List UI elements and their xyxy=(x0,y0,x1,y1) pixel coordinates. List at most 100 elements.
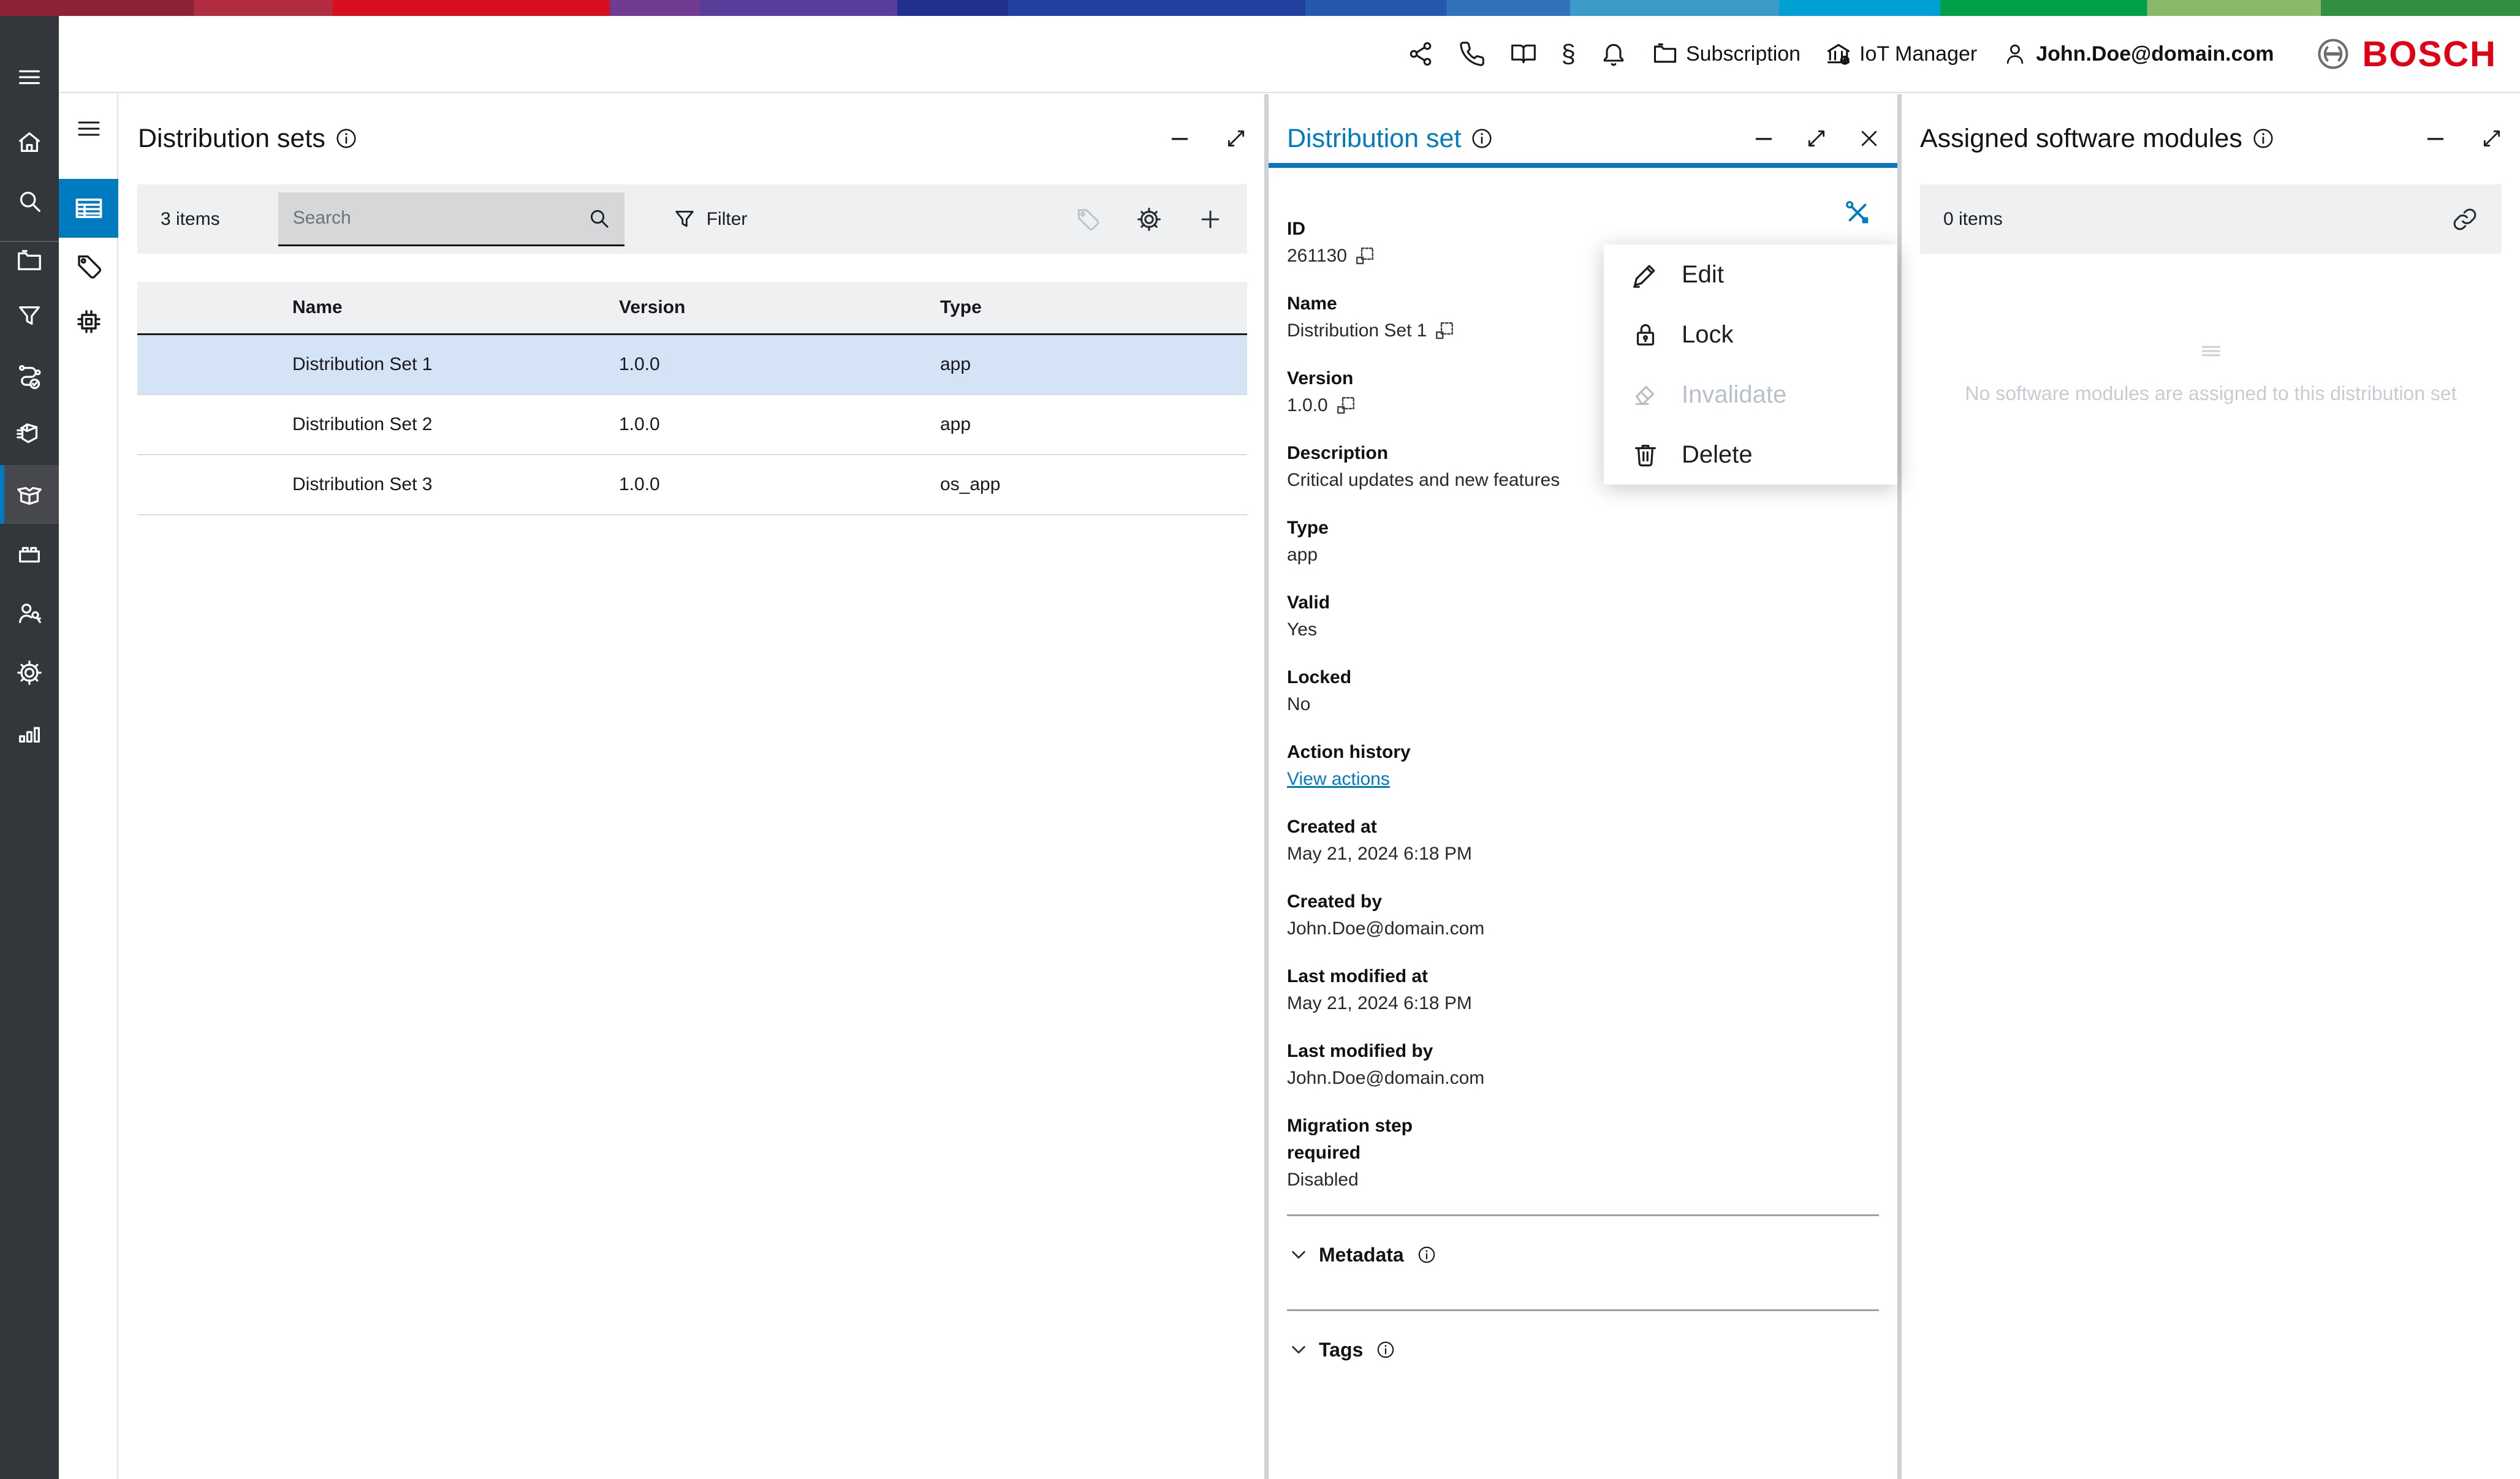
cell-type: app xyxy=(940,414,1247,435)
sidebar-item-rules[interactable] xyxy=(0,346,59,405)
sidebar-item-things[interactable] xyxy=(0,232,59,290)
share-button[interactable] xyxy=(1407,40,1434,67)
add-distribution-set-button[interactable] xyxy=(1197,206,1224,233)
info-icon[interactable] xyxy=(334,126,359,151)
metadata-section: Metadata xyxy=(1287,1214,1879,1266)
expand-button[interactable] xyxy=(1804,126,1829,151)
documentation-button[interactable] xyxy=(1510,40,1537,67)
assign-tag-button-disabled xyxy=(1074,206,1101,233)
bosch-logo: BOSCH xyxy=(2315,34,2497,75)
subrail-item-distribution-sets-table[interactable] xyxy=(59,179,118,238)
book-icon xyxy=(1510,40,1537,67)
sidebar-item-filters[interactable] xyxy=(0,287,59,346)
bosch-anchor-icon xyxy=(2315,36,2351,72)
table-header-row: Name Version Type xyxy=(137,282,1247,335)
sidebar-item-analytics[interactable] xyxy=(0,703,59,762)
cell-name: Distribution Set 1 xyxy=(292,354,619,375)
empty-state: No software modules are assigned to this… xyxy=(1902,337,2520,405)
minimize-button[interactable] xyxy=(1167,126,1192,151)
notifications-button[interactable] xyxy=(1600,40,1627,67)
menu-item-edit[interactable]: Edit xyxy=(1604,244,1897,304)
field-value: Yes xyxy=(1287,616,1317,643)
iot-manager-menu[interactable]: IoT Manager xyxy=(1825,40,1977,67)
filter-button[interactable]: Filter xyxy=(672,207,748,232)
menu-item-invalidate: Invalidate xyxy=(1604,365,1897,425)
sidebar-item-distribution-sets[interactable] xyxy=(0,465,59,524)
copy-button[interactable] xyxy=(1434,320,1455,341)
copy-icon xyxy=(1354,246,1375,267)
open-box-icon xyxy=(15,480,44,509)
field-label: Type xyxy=(1287,515,1471,542)
info-icon[interactable] xyxy=(1375,1339,1396,1360)
phone-icon xyxy=(1459,40,1486,67)
sidebar-item-home[interactable] xyxy=(0,112,59,171)
tags-section-toggle[interactable]: Tags xyxy=(1287,1338,1879,1361)
expand-button[interactable] xyxy=(1224,126,1248,151)
subrail-item-tags[interactable] xyxy=(59,237,118,296)
cell-version: 1.0.0 xyxy=(619,354,940,375)
metadata-section-toggle[interactable]: Metadata xyxy=(1287,1243,1879,1266)
table-row[interactable]: Distribution Set 3 1.0.0 os_app xyxy=(137,455,1247,515)
menu-item-lock[interactable]: Lock xyxy=(1604,304,1897,365)
info-icon[interactable] xyxy=(1470,126,1494,151)
field-value: John.Doe@domain.com xyxy=(1287,1065,1484,1092)
cell-version: 1.0.0 xyxy=(619,474,940,495)
link-modules-button[interactable] xyxy=(2451,206,2478,233)
trash-icon xyxy=(1631,441,1660,469)
bosch-supergraphic-strip xyxy=(0,0,2520,16)
column-type[interactable]: Type xyxy=(940,297,1247,318)
sidebar-menu-toggle[interactable] xyxy=(0,48,59,107)
expand-icon xyxy=(1804,126,1829,151)
close-icon xyxy=(1857,126,1881,151)
support-phone-button[interactable] xyxy=(1459,40,1486,67)
subscription-menu[interactable]: Subscription xyxy=(1652,40,1801,67)
field-locked: Locked No xyxy=(1287,664,1879,718)
copy-button[interactable] xyxy=(1354,246,1375,267)
sidebar-item-settings[interactable] xyxy=(0,643,59,702)
field-label: Last modified at xyxy=(1287,963,1471,990)
shipping-box-icon xyxy=(15,421,44,449)
minimize-button[interactable] xyxy=(2423,126,2448,151)
user-account-menu[interactable]: John.Doe@domain.com xyxy=(2002,40,2274,67)
panel-title: Assigned software modules xyxy=(1920,124,2242,154)
search-field[interactable] xyxy=(278,192,624,246)
bosch-wordmark: BOSCH xyxy=(2362,34,2497,75)
search-input[interactable] xyxy=(292,207,579,229)
info-icon[interactable] xyxy=(1416,1244,1437,1265)
table-settings-button[interactable] xyxy=(1136,206,1163,233)
legal-section-button[interactable]: § xyxy=(1562,40,1576,67)
info-icon[interactable] xyxy=(2251,126,2275,151)
close-button[interactable] xyxy=(1857,126,1881,151)
distribution-sets-panel: Distribution sets 3 items Filter xyxy=(120,94,1264,1479)
field-value: No xyxy=(1287,691,1310,718)
table-row[interactable]: Distribution Set 2 1.0.0 app xyxy=(137,395,1247,455)
table-row[interactable]: Distribution Set 1 1.0.0 app xyxy=(137,335,1247,395)
device-folder-icon xyxy=(15,247,44,275)
copy-button[interactable] xyxy=(1335,395,1356,416)
plus-icon xyxy=(1197,206,1224,233)
tags-label: Tags xyxy=(1319,1339,1363,1361)
sidebar-item-software-modules[interactable] xyxy=(0,524,59,583)
search-icon xyxy=(586,206,611,230)
funnel-icon xyxy=(672,207,697,232)
field-label: Action history xyxy=(1287,739,1471,766)
view-actions-link[interactable]: View actions xyxy=(1287,766,1390,793)
subrail-menu-toggle[interactable] xyxy=(59,99,118,158)
expand-button[interactable] xyxy=(2480,126,2504,151)
menu-item-delete[interactable]: Delete xyxy=(1604,425,1897,485)
sidebar-item-access-control[interactable] xyxy=(0,584,59,643)
minimize-button[interactable] xyxy=(1751,126,1776,151)
top-header-bar: § Subscription IoT Manager John.Doe@doma… xyxy=(59,16,2520,93)
field-value: John.Doe@domain.com xyxy=(1287,915,1484,942)
expand-icon xyxy=(1224,126,1248,151)
column-version[interactable]: Version xyxy=(619,297,940,318)
funnel-icon xyxy=(15,302,44,330)
subrail-item-system-sw[interactable] xyxy=(59,292,118,351)
column-name[interactable]: Name xyxy=(292,297,619,318)
field-created-at: Created at May 21, 2024 6:18 PM xyxy=(1287,814,1879,868)
field-created-by: Created by John.Doe@domain.com xyxy=(1287,888,1879,942)
sidebar-item-search[interactable] xyxy=(0,172,59,230)
sidebar-item-rollouts[interactable] xyxy=(0,406,59,464)
filter-label: Filter xyxy=(707,209,748,230)
field-label: Created at xyxy=(1287,814,1471,841)
